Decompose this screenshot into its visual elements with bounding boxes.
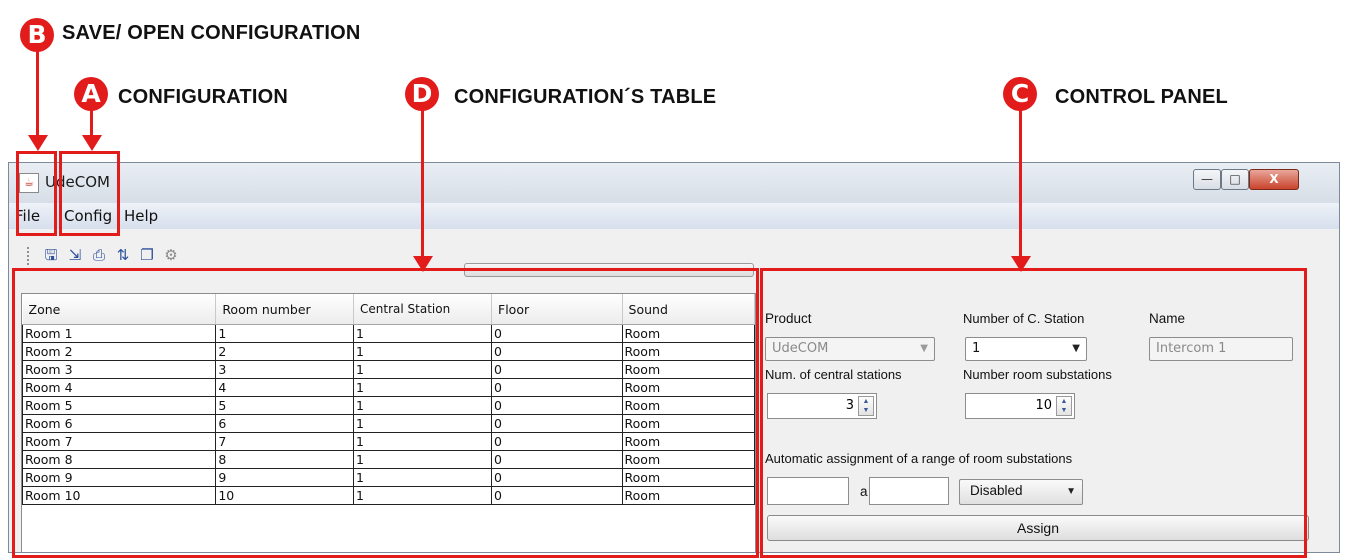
menu-bar: File Config Help <box>9 203 1339 229</box>
annotation-b-box <box>16 151 57 236</box>
gear-icon[interactable]: ⚙ <box>162 246 180 264</box>
transfer-icon[interactable]: ⇅ <box>114 246 132 264</box>
title-bar: ☕ UdeCOM — □ X <box>9 163 1339 203</box>
annotation-b-marker: B <box>20 18 54 52</box>
close-button[interactable]: X <box>1249 169 1299 190</box>
toolbar-grip[interactable] <box>27 247 29 265</box>
open-icon[interactable]: ⇲ <box>66 246 84 264</box>
save-icon[interactable]: 🖫 <box>42 246 60 264</box>
minimize-button[interactable]: — <box>1193 169 1221 190</box>
annotation-a-label: CONFIGURATION <box>118 86 288 108</box>
annotation-d-leader <box>421 110 424 258</box>
annotation-d-box <box>12 268 759 558</box>
print-icon[interactable]: ⎙ <box>90 246 108 264</box>
annotation-a-box <box>59 151 120 236</box>
annotation-b-label: SAVE/ OPEN CONFIGURATION <box>62 22 361 44</box>
maximize-button[interactable]: □ <box>1221 169 1249 190</box>
annotation-d-marker: D <box>405 77 439 111</box>
annotation-d-label: CONFIGURATION´S TABLE <box>454 86 717 108</box>
annotation-c-leader <box>1019 110 1022 258</box>
annotation-b-leader <box>36 50 39 140</box>
annotation-a-arrowhead <box>82 135 102 151</box>
annotation-a-marker: A <box>74 77 108 111</box>
annotation-c-label: CONTROL PANEL <box>1055 86 1228 108</box>
menu-help[interactable]: Help <box>124 207 158 225</box>
annotation-c-marker: C <box>1003 77 1037 111</box>
window-icon[interactable]: ❐ <box>138 246 156 264</box>
annotation-b-arrowhead <box>28 135 48 151</box>
annotation-c-box <box>760 268 1307 558</box>
